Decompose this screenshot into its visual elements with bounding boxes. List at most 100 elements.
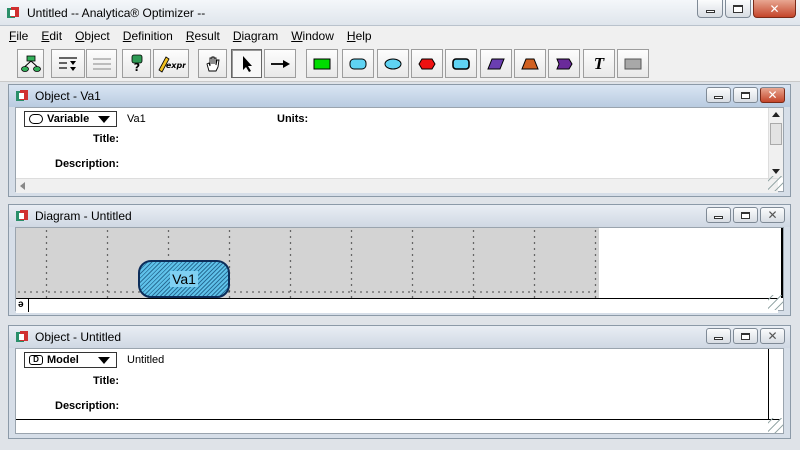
minimize-icon <box>714 216 723 219</box>
menu-object[interactable]: Object <box>75 29 110 43</box>
maximize-button[interactable] <box>733 328 758 344</box>
outline-view-icon <box>59 56 77 71</box>
dropdown-arrow-icon <box>98 116 110 123</box>
body-divider <box>16 419 780 420</box>
close-button[interactable]: ✕ <box>760 87 785 103</box>
module-node-button[interactable] <box>445 49 477 78</box>
close-button[interactable]: ✕ <box>753 0 796 18</box>
diagram-view-button[interactable] <box>17 49 44 78</box>
menu-edit[interactable]: Edit <box>41 29 62 43</box>
minimize-button[interactable] <box>697 0 723 18</box>
variable-node-va1[interactable]: Va1 <box>138 260 230 298</box>
maximize-button[interactable] <box>725 0 751 18</box>
variable-node-icon <box>349 58 367 69</box>
object-window-model: Object - Untitled ✕ D Model Untitled Tit… <box>8 325 791 439</box>
model-window-body: D Model Untitled Title: Description: <box>15 348 784 434</box>
find-button[interactable]: ? <box>122 49 151 78</box>
minimize-button[interactable] <box>706 87 731 103</box>
close-button[interactable]: ✕ <box>760 207 785 223</box>
identifier-field[interactable]: Untitled <box>127 354 164 366</box>
close-icon: ✕ <box>767 88 778 102</box>
diagram-status-bar: ə <box>16 298 778 313</box>
index-node-button[interactable] <box>514 49 546 78</box>
variable-node-button[interactable] <box>342 49 374 78</box>
model-shape-icon: D <box>29 355 43 365</box>
maximize-button[interactable] <box>733 87 758 103</box>
class-dropdown[interactable]: D Model <box>24 352 117 368</box>
close-icon: ✕ <box>767 208 778 222</box>
edit-pointer-button[interactable] <box>231 49 262 78</box>
connect-arrow-button[interactable] <box>264 49 296 78</box>
analytica-app-icon[interactable] <box>6 6 20 20</box>
minimize-button[interactable] <box>706 328 731 344</box>
class-dropdown-value: Model <box>47 354 79 366</box>
horizontal-scrollbar[interactable] <box>16 178 778 193</box>
vertical-scrollbar[interactable] <box>768 108 783 178</box>
menu-definition[interactable]: Definition <box>123 29 173 43</box>
analytica-window-icon <box>15 89 29 103</box>
arrow-pointer-icon <box>242 55 252 72</box>
scroll-left-icon[interactable] <box>20 182 25 190</box>
arrow-connect-icon <box>271 59 290 68</box>
browse-hand-icon <box>205 56 220 71</box>
constant-node-button[interactable] <box>480 49 512 78</box>
find-icon: ? <box>131 54 142 74</box>
edit-expression-button[interactable]: expr <box>153 49 189 78</box>
svg-text:?: ? <box>133 61 139 74</box>
maximize-icon <box>741 332 750 340</box>
outline-expand-button[interactable] <box>51 49 85 78</box>
index-node-icon <box>521 58 539 69</box>
diagram-window-titlebar: Diagram - Untitled ✕ <box>9 205 790 227</box>
maximize-icon <box>741 91 750 99</box>
function-node-button[interactable] <box>548 49 580 78</box>
class-dropdown[interactable]: Variable <box>24 111 117 127</box>
constant-node-icon <box>487 58 505 69</box>
chance-node-button[interactable] <box>377 49 409 78</box>
diagram-window: Diagram - Untitled ✕ Va1 ə <box>8 204 791 316</box>
scroll-down-icon[interactable] <box>772 169 780 174</box>
maximize-button[interactable] <box>733 207 758 223</box>
status-divider <box>28 299 29 312</box>
scroll-thumb[interactable] <box>770 123 782 145</box>
scroll-up-icon[interactable] <box>772 112 780 117</box>
description-label: Description: <box>55 158 120 170</box>
title-label: Title: <box>93 375 120 387</box>
title-label: Title: <box>93 133 120 145</box>
body-right-edge <box>768 349 769 420</box>
diagram-canvas[interactable] <box>16 228 599 298</box>
decision-node-button[interactable] <box>306 49 338 78</box>
menu-window[interactable]: Window <box>291 29 334 43</box>
diagram-window-title: Diagram - Untitled <box>35 209 132 223</box>
expr-label: expr <box>166 61 186 70</box>
maximize-icon <box>741 211 750 219</box>
close-button[interactable]: ✕ <box>760 328 785 344</box>
model-window-titlebar: Object - Untitled ✕ <box>9 326 790 348</box>
resize-grip[interactable] <box>768 176 783 191</box>
outline-collapse-button[interactable] <box>86 49 117 78</box>
menu-bar: File Edit Object Definition Result Diagram Win… <box>0 26 800 45</box>
edit-expression-icon: expr <box>158 55 186 73</box>
objective-node-button[interactable] <box>411 49 443 78</box>
dropdown-arrow-icon <box>98 357 110 364</box>
close-icon: ✕ <box>767 329 778 343</box>
function-node-icon <box>556 58 573 69</box>
identifier-field[interactable]: Va1 <box>127 113 146 125</box>
minimize-button[interactable] <box>706 207 731 223</box>
resize-grip[interactable] <box>768 418 783 433</box>
resize-grip[interactable] <box>768 295 783 310</box>
diagram-view-icon <box>20 55 41 72</box>
menu-file[interactable]: File <box>9 29 28 43</box>
analytica-window-icon <box>15 209 29 223</box>
text-node-button[interactable]: T <box>583 49 615 78</box>
analytica-window-icon <box>15 330 29 344</box>
units-label: Units: <box>277 113 309 125</box>
menu-result[interactable]: Result <box>186 29 220 43</box>
window-title: Untitled -- Analytica® Optimizer -- <box>27 6 206 20</box>
browse-tool-button[interactable] <box>198 49 227 78</box>
objective-node-icon <box>418 58 436 69</box>
variable-shape-icon <box>29 114 43 124</box>
close-icon: ✕ <box>769 1 780 16</box>
menu-diagram[interactable]: Diagram <box>233 29 278 43</box>
menu-help[interactable]: Help <box>347 29 372 43</box>
library-node-button[interactable] <box>617 49 649 78</box>
